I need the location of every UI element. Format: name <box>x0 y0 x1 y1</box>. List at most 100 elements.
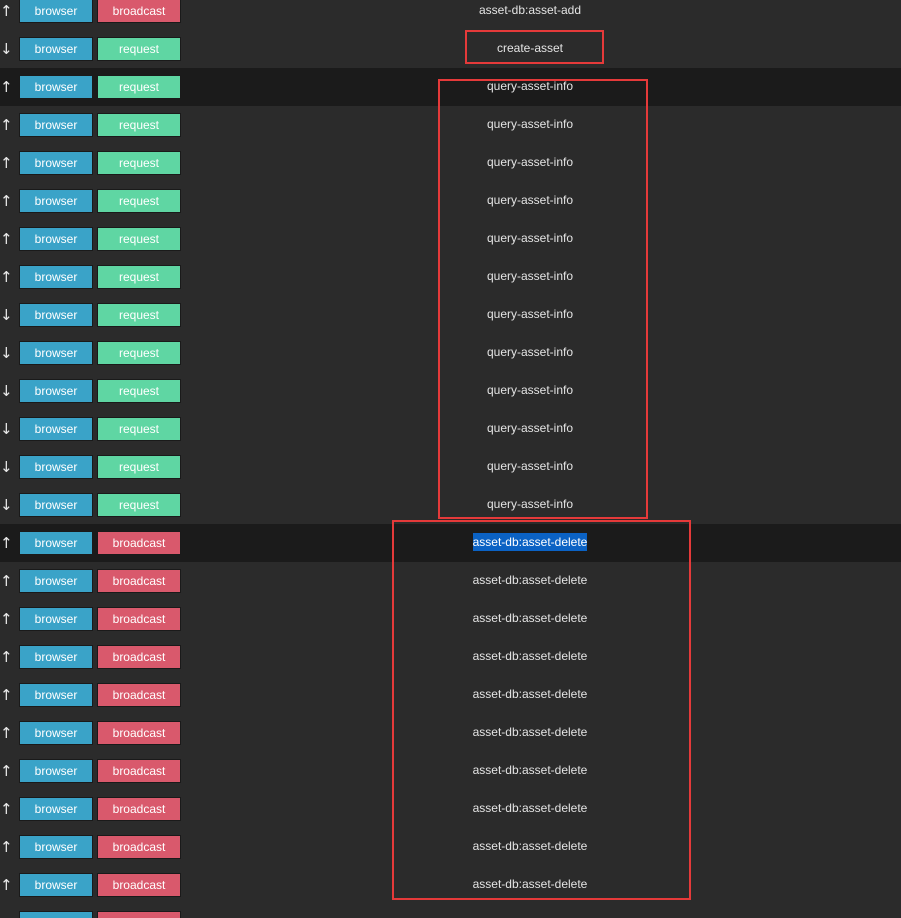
log-row[interactable]: ↑ browser request query-asset-info <box>0 144 901 182</box>
arrow-up-icon: ↑ <box>0 724 13 742</box>
message-name: query-asset-info <box>372 182 688 220</box>
message-name: asset-db:asset-delete <box>372 676 688 714</box>
message-name: query-asset-info <box>372 410 688 448</box>
arrow-up-icon: ↑ <box>0 78 13 96</box>
arrow-down-icon: ↓ <box>0 306 13 324</box>
broadcast-tag: broadcast <box>97 569 181 593</box>
message-text: query-asset-info <box>486 117 574 131</box>
message-name: query-asset-info <box>372 144 688 182</box>
message-text: asset-db:asset-delete <box>472 687 588 701</box>
message-name: asset-db:asset-delete <box>372 790 688 828</box>
log-row[interactable]: ↓ browser request create-asset <box>0 30 901 68</box>
request-tag: request <box>97 493 181 517</box>
log-row[interactable]: ↑ browser request query-asset-info <box>0 68 901 106</box>
message-name: create-asset <box>372 30 688 68</box>
arrow-up-icon: ↑ <box>0 2 13 20</box>
message-name: asset-db:asset-delete <box>372 600 688 638</box>
message-text: query-asset-info <box>486 383 574 397</box>
source-tag: browser <box>19 37 93 61</box>
request-tag: request <box>97 189 181 213</box>
arrow-down-icon: ↓ <box>0 40 13 58</box>
request-tag: request <box>97 113 181 137</box>
request-tag: request <box>97 37 181 61</box>
source-tag: browser <box>19 531 93 555</box>
source-tag: browser <box>19 341 93 365</box>
message-text: asset-db:asset-delete <box>472 611 588 625</box>
log-row[interactable]: ↑ browser broadcast asset-db:asset-delete <box>0 638 901 676</box>
log-row[interactable]: ↑ browser broadcast asset-db:asset-delete <box>0 676 901 714</box>
message-name: asset-db:asset-add <box>372 0 688 30</box>
broadcast-tag: broadcast <box>97 0 181 23</box>
source-tag: browser <box>19 797 93 821</box>
source-tag: browser <box>19 873 93 897</box>
message-name: query-asset-info <box>372 68 688 106</box>
log-row[interactable]: ↑ browser request query-asset-info <box>0 220 901 258</box>
message-name: query-asset-info <box>372 372 688 410</box>
arrow-down-icon: ↓ <box>0 496 13 514</box>
arrow-up-icon: ↑ <box>0 800 13 818</box>
message-text: query-asset-info <box>486 231 574 245</box>
log-row[interactable]: ↓ browser request query-asset-info <box>0 486 901 524</box>
broadcast-tag: broadcast <box>97 873 181 897</box>
source-tag: browser <box>19 455 93 479</box>
arrow-up-icon: ↑ <box>0 648 13 666</box>
log-row[interactable]: ↓ browser request query-asset-info <box>0 410 901 448</box>
message-text: query-asset-info <box>486 421 574 435</box>
log-row[interactable]: ↑ browser request query-asset-info <box>0 182 901 220</box>
log-row[interactable]: ↑ browser broadcast asset-db:asset-delete <box>0 790 901 828</box>
broadcast-tag: broadcast <box>97 607 181 631</box>
message-text: query-asset-info <box>486 79 574 93</box>
message-text: asset-db:asset-delete <box>472 573 588 587</box>
log-row[interactable]: ↑ browser broadcast asset-db:asset-delete <box>0 600 901 638</box>
source-tag: browser <box>19 911 93 918</box>
arrow-up-icon <box>0 904 12 918</box>
log-row[interactable]: ↑ browser broadcast asset-db:asset-delete <box>0 524 901 562</box>
message-text: asset-db:asset-delete <box>472 801 588 815</box>
log-row[interactable]: ↑ browser broadcast asset-db:asset-delete <box>0 562 901 600</box>
message-text: asset-db:asset-delete <box>472 725 588 739</box>
source-tag: browser <box>19 721 93 745</box>
log-row[interactable]: ↑ browser request query-asset-info <box>0 106 901 144</box>
log-row[interactable]: ↑ browser broadcast asset-db:asset-delete <box>0 866 901 904</box>
message-text: query-asset-info <box>486 193 574 207</box>
message-text: query-asset-info <box>486 269 574 283</box>
log-row[interactable]: ↑ browser request query-asset-info <box>0 258 901 296</box>
arrow-up-icon: ↑ <box>0 534 13 552</box>
message-text: query-asset-info <box>486 307 574 321</box>
source-tag: browser <box>19 417 93 441</box>
log-row[interactable]: ↑ browser broadcast asset-db:asset-delete <box>0 828 901 866</box>
log-row[interactable]: ↑ browser broadcast asset-db:asset-delete <box>0 714 901 752</box>
request-tag: request <box>97 303 181 327</box>
source-tag: browser <box>19 303 93 327</box>
broadcast-tag: broadcast <box>97 683 181 707</box>
arrow-up-icon: ↑ <box>0 268 13 286</box>
arrow-up-icon: ↑ <box>0 876 13 894</box>
arrow-up-icon: ↑ <box>0 762 13 780</box>
arrow-down-icon: ↓ <box>0 382 13 400</box>
message-text: asset-db:asset-add <box>478 3 582 17</box>
selected-message-text: asset-db:asset-delete <box>472 533 588 551</box>
broadcast-tag: broadcast <box>97 759 181 783</box>
message-text: asset-db:asset-delete <box>472 877 588 891</box>
message-name: asset-db:asset-delete <box>372 638 688 676</box>
log-row[interactable]: ↓ browser request query-asset-info <box>0 372 901 410</box>
message-name: query-asset-info <box>372 334 688 372</box>
log-row[interactable]: ↑ browser broadcast asset-db:asset-delete <box>0 752 901 790</box>
log-row[interactable]: ↓ browser request query-asset-info <box>0 448 901 486</box>
source-tag: browser <box>19 493 93 517</box>
log-row[interactable]: ↑ browser broadcast asset-db:asset-add <box>0 0 901 30</box>
source-tag: browser <box>19 379 93 403</box>
source-tag: browser <box>19 569 93 593</box>
message-name: asset-db:asset-delete <box>372 524 688 562</box>
message-name: asset-db:asset-delete <box>372 752 688 790</box>
log-row[interactable]: ↓ browser request query-asset-info <box>0 334 901 372</box>
request-tag: request <box>97 417 181 441</box>
arrow-up-icon: ↑ <box>0 572 13 590</box>
request-tag: request <box>97 265 181 289</box>
arrow-down-icon: ↓ <box>0 344 13 362</box>
request-tag: request <box>97 75 181 99</box>
log-row[interactable]: browser broadcast <box>0 904 901 918</box>
message-text: query-asset-info <box>486 345 574 359</box>
log-row[interactable]: ↓ browser request query-asset-info <box>0 296 901 334</box>
request-tag: request <box>97 379 181 403</box>
